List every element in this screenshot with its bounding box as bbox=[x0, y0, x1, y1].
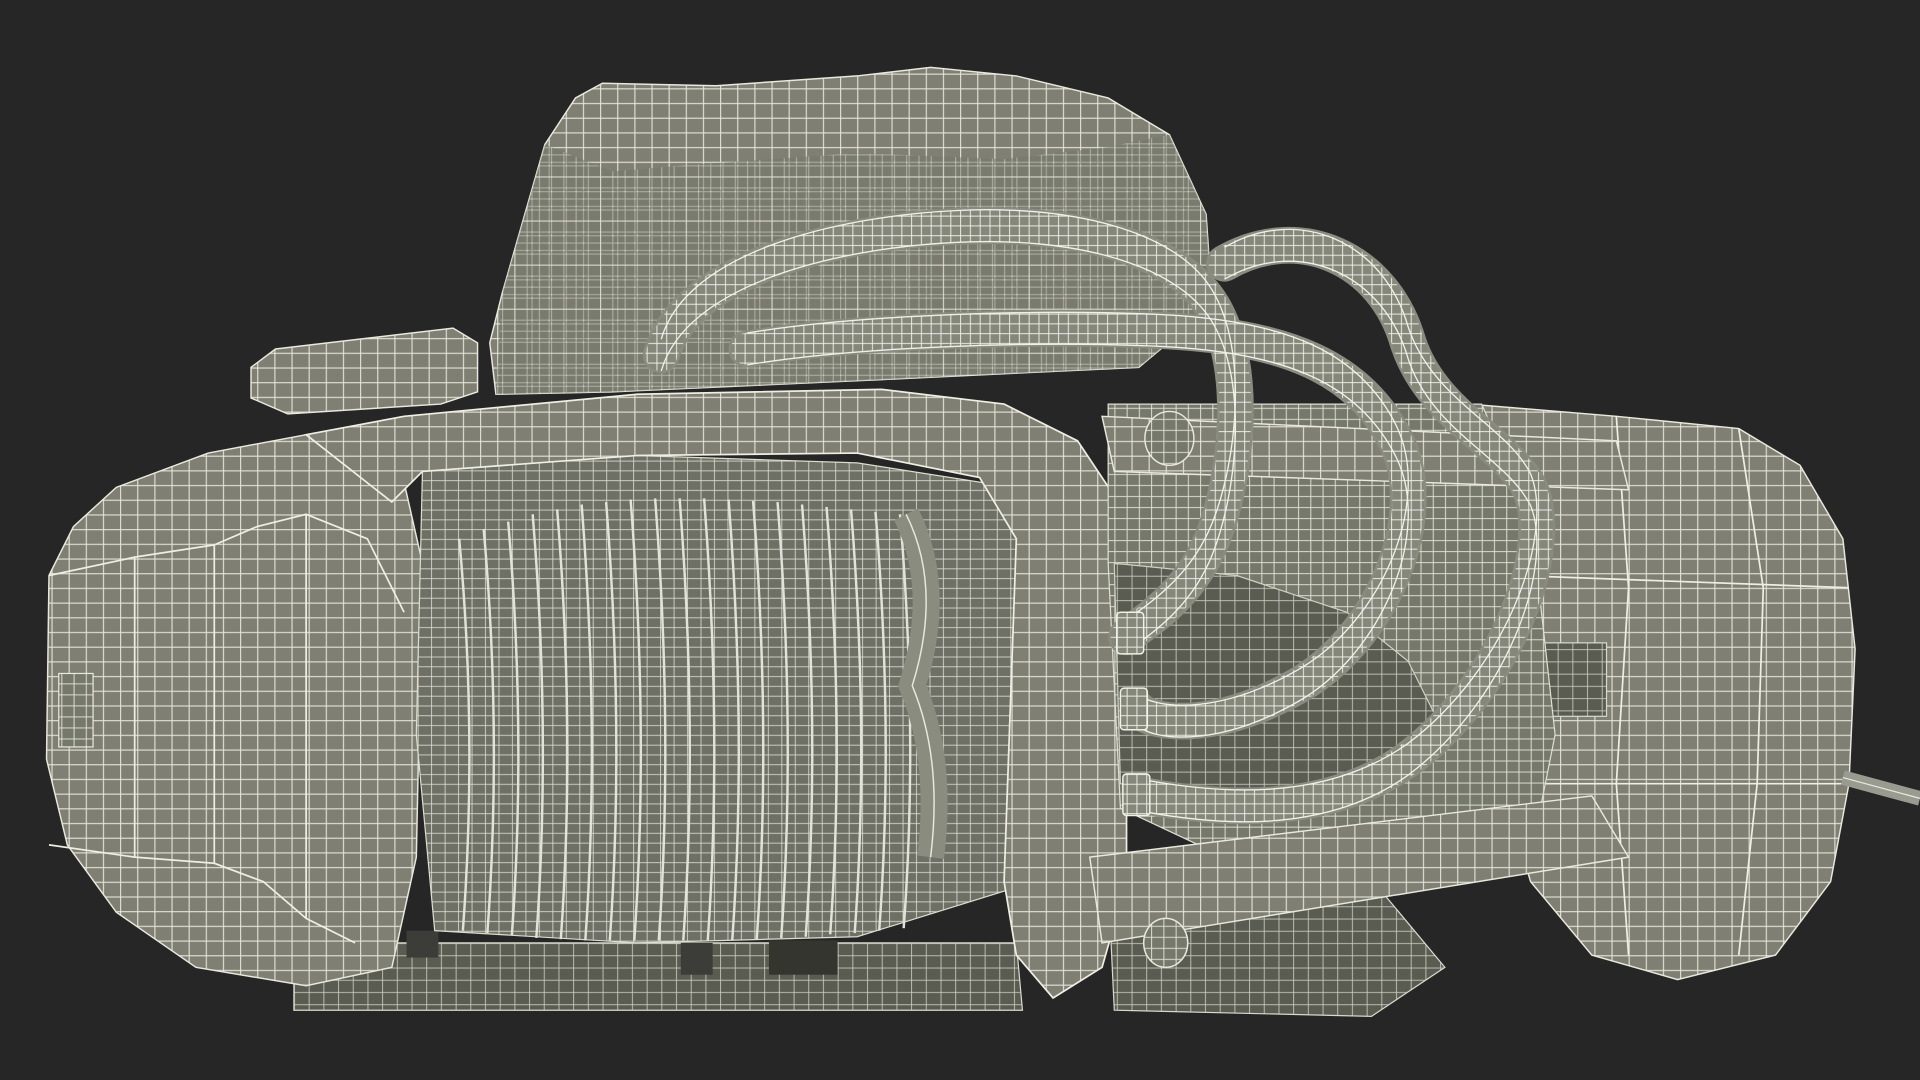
base-slot-2 bbox=[680, 942, 713, 975]
base-slot-1 bbox=[406, 930, 439, 958]
left-end-window bbox=[58, 672, 94, 748]
bolt-upper bbox=[1144, 410, 1195, 467]
winch-wireframe-render bbox=[45, 66, 1920, 1017]
bolt-lower bbox=[1142, 917, 1189, 969]
left-end-housing bbox=[45, 427, 424, 987]
render-viewport bbox=[0, 0, 1920, 1080]
motor-housing-shadow bbox=[495, 134, 1213, 395]
base-slot-3 bbox=[768, 940, 838, 975]
cable-drum bbox=[415, 454, 1042, 944]
base-feet bbox=[293, 942, 1024, 1011]
handle-lever bbox=[250, 327, 479, 415]
